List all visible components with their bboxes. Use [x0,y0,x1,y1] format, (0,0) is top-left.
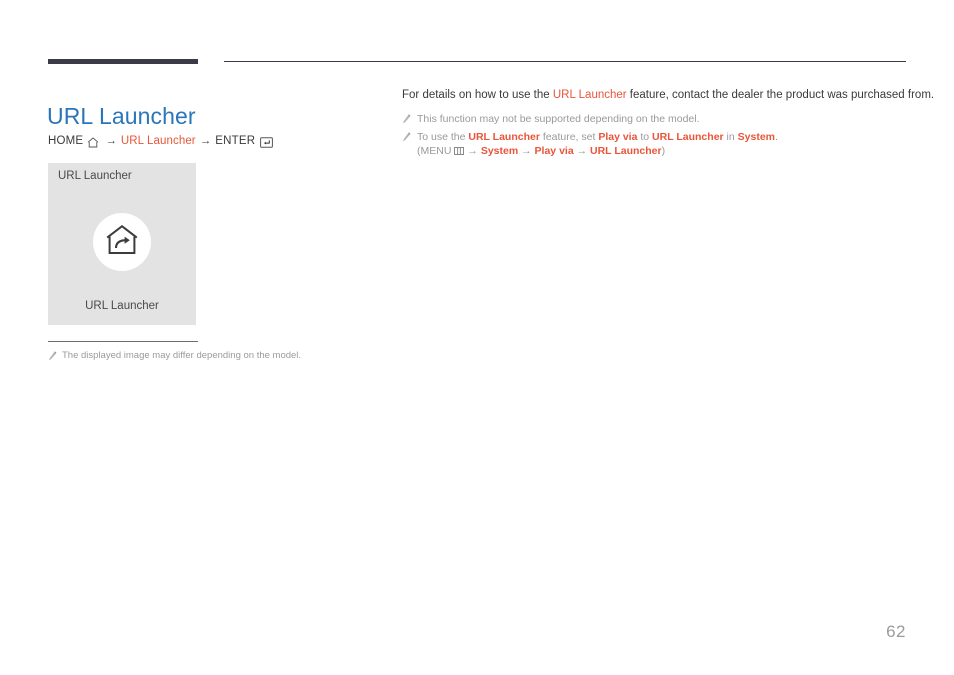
note-item: To use the URL Launcher feature, set Pla… [402,130,872,158]
home-icon [87,137,99,148]
note-text: . [775,131,778,143]
note-text: To use the [417,131,469,143]
note-body: To use the URL Launcher feature, set Pla… [417,130,778,158]
note-item: This function may not be supported depen… [402,112,872,126]
breadcrumb-arrow-1: → [105,135,117,147]
header-rule-thin [224,61,906,62]
path-accent-1: System [480,145,519,157]
menu-grid-icon [454,145,465,155]
preview-icon-circle [93,213,151,271]
note-line: To use the URL Launcher feature, set Pla… [417,130,778,144]
lead-part-2: feature, contact the dealer the product … [626,89,935,101]
path-close-paren: ) [661,145,666,157]
lead-accent-1: URL Launcher [552,89,627,101]
note-accent: URL Launcher [468,131,540,143]
figure-note: The displayed image may differ depending… [48,349,301,362]
note-accent: System [737,131,775,143]
preview-top-label: URL Launcher [58,170,132,182]
breadcrumb-menu-label: URL Launcher [120,135,196,147]
figure-note-rule [48,341,198,342]
note-text: to [637,131,653,143]
pencil-icon [403,114,411,124]
path-arrow-3: → [576,145,588,157]
note-accent: URL Launcher [652,131,724,143]
note-text: in [723,131,738,143]
pencil-icon [49,351,57,361]
page-number: 62 [886,622,906,641]
breadcrumb-enter-label: ENTER [215,135,256,147]
lead-part-1: For details on how to use the [402,89,553,101]
path-arrow-1: → [467,145,478,157]
enter-key-icon [260,137,274,148]
path-accent-3: URL Launcher [590,145,662,157]
content-column: For details on how to use the URL Launch… [402,87,934,162]
note-body: This function may not be supported depen… [417,112,700,126]
home-arrow-icon [105,224,139,261]
preview-bottom-label: URL Launcher [85,300,159,312]
figure-note-text: The displayed image may differ depending… [62,350,302,361]
preview-image-box: URL Launcher URL Launcher [48,163,196,325]
path-open-paren: (MENU [417,145,452,157]
lead-paragraph: For details on how to use the URL Launch… [402,87,934,103]
note-menu-path: (MENU → System → Play via → URL Launcher) [417,144,778,158]
path-arrow-2: → [521,145,532,157]
breadcrumb-home-label: HOME [48,135,84,147]
note-line: This function may not be supported depen… [417,113,700,125]
note-text: feature, set [539,131,599,143]
breadcrumb: HOME → URL Launcher → ENTER [48,134,274,149]
pencil-icon [403,132,411,142]
path-accent-2: Play via [534,145,574,157]
page-title: URL Launcher [47,103,196,130]
breadcrumb-arrow-2: → [199,135,212,147]
header-rule-thick [48,59,198,64]
note-accent: Play via [598,131,638,143]
